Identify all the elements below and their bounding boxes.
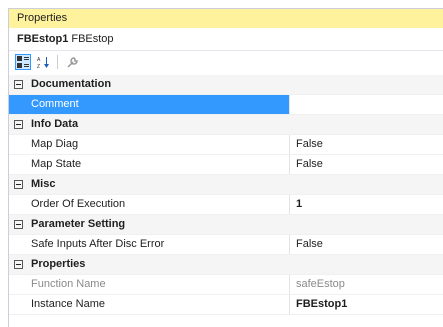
- collapse-icon[interactable]: [11, 175, 25, 194]
- collapse-icon[interactable]: [11, 75, 25, 94]
- property-row-map-diag[interactable]: Map Diag False: [9, 135, 443, 155]
- property-value[interactable]: FBEstop1: [290, 295, 347, 314]
- category-label: Properties: [31, 258, 86, 270]
- collapse-icon[interactable]: [11, 215, 25, 234]
- property-value[interactable]: False: [290, 155, 323, 174]
- property-name: Order Of Execution: [9, 195, 290, 214]
- category-label: Documentation: [31, 78, 112, 90]
- object-name: FBEstop1: [17, 33, 69, 45]
- property-grid: Documentation Comment Info Data Map Diag…: [9, 75, 443, 315]
- property-row-order-of-execution[interactable]: Order Of Execution 1: [9, 195, 443, 215]
- category-documentation[interactable]: Documentation: [9, 75, 443, 95]
- collapse-icon[interactable]: [11, 115, 25, 134]
- category-properties[interactable]: Properties: [9, 255, 443, 275]
- property-name: Comment: [9, 95, 290, 114]
- toolbar-separator: [57, 55, 58, 69]
- category-label: Misc: [31, 178, 56, 190]
- object-selector[interactable]: FBEstop1 FBEstop: [9, 28, 443, 51]
- property-row-instance-name[interactable]: Instance Name FBEstop1: [9, 295, 443, 315]
- category-parameter-setting[interactable]: Parameter Setting: [9, 215, 443, 235]
- panel-title: Properties: [9, 9, 443, 28]
- property-name: Function Name: [9, 275, 290, 294]
- property-value[interactable]: [290, 95, 296, 114]
- property-name: Map State: [9, 155, 290, 174]
- category-info-data[interactable]: Info Data: [9, 115, 443, 135]
- property-name: Safe Inputs After Disc Error: [9, 235, 290, 254]
- svg-text:Z: Z: [37, 64, 40, 69]
- property-row-comment[interactable]: Comment: [9, 95, 443, 115]
- property-row-map-state[interactable]: Map State False: [9, 155, 443, 175]
- alphabetical-icon: A Z: [37, 56, 49, 69]
- property-value[interactable]: 1: [290, 195, 302, 214]
- svg-text:A: A: [37, 57, 41, 63]
- property-name: Instance Name: [9, 295, 290, 314]
- property-value: safeEstop: [296, 278, 345, 290]
- category-label: Info Data: [31, 118, 79, 130]
- wrench-icon: [66, 56, 78, 68]
- category-label: Parameter Setting: [31, 218, 126, 230]
- category-misc[interactable]: Misc: [9, 175, 443, 195]
- toolbar: A Z: [9, 51, 443, 73]
- categorized-button[interactable]: [15, 54, 31, 70]
- categorized-icon: [17, 56, 29, 68]
- object-type: FBEstop: [71, 33, 114, 45]
- property-row-safe-inputs[interactable]: Safe Inputs After Disc Error False: [9, 235, 443, 255]
- property-name: Map Diag: [9, 135, 290, 154]
- property-row-function-name[interactable]: Function Name safeEstop: [9, 275, 443, 295]
- property-value[interactable]: False: [290, 235, 323, 254]
- collapse-icon[interactable]: [11, 255, 25, 274]
- properties-panel: Properties FBEstop1 FBEstop A Z Document…: [8, 8, 443, 327]
- property-value[interactable]: False: [290, 135, 323, 154]
- property-pages-button[interactable]: [64, 54, 80, 70]
- alphabetical-button[interactable]: A Z: [35, 54, 51, 70]
